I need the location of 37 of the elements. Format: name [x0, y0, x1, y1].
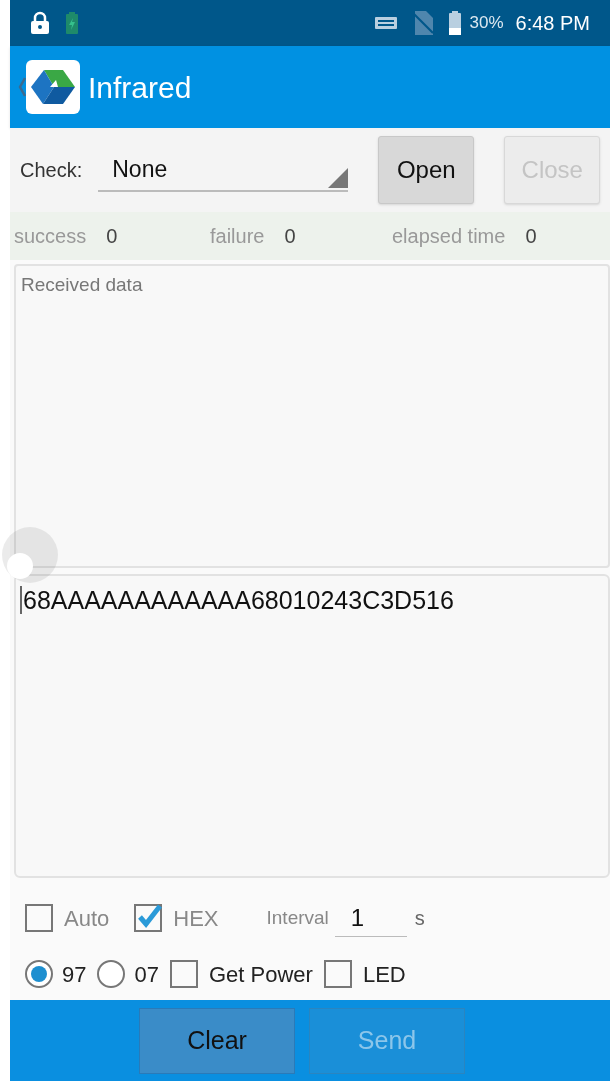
bottom-button[interactable]: Clear [139, 1008, 295, 1074]
unit-label: s [414, 906, 425, 931]
checked-checkbox[interactable] [133, 903, 164, 933]
stat-value: 0 [106, 224, 118, 249]
checkbox[interactable] [322, 959, 353, 989]
battery-percent: 30% [469, 12, 504, 35]
action-button[interactable]: Open [378, 136, 475, 204]
interval-field[interactable]: 1 [334, 899, 407, 937]
checkbox-label: Get Power [208, 960, 313, 989]
clock-time: 6:48 PM [515, 11, 590, 36]
stat-value: 0 [525, 224, 537, 249]
keyboard-icon [375, 17, 398, 29]
send-data-field[interactable]: 68AAAAAAAAAAAA68010243C3D516 [14, 574, 610, 878]
check-dropdown[interactable]: None [98, 148, 349, 192]
battery-icon [449, 11, 462, 35]
checkbox-label: HEX [173, 904, 219, 933]
stat-label: elapsed time [392, 224, 506, 249]
radio-label: 07 [134, 960, 159, 989]
interval-label: Interval [266, 905, 329, 930]
dropdown-triangle-icon [328, 168, 349, 188]
check-label: Check: [20, 158, 83, 183]
radio-button[interactable] [96, 959, 127, 989]
checkbox-label: Auto [64, 904, 110, 933]
radio-button[interactable] [24, 959, 54, 989]
lock-icon [30, 11, 50, 35]
checkbox-label: LED [362, 960, 406, 989]
stat-label: failure [210, 224, 265, 249]
checkbox[interactable] [168, 959, 199, 989]
stat-label: success [14, 224, 87, 249]
battery-charging-icon [66, 12, 78, 34]
no-sim-icon [413, 11, 434, 35]
received-data-field[interactable]: Received data [14, 264, 610, 568]
app-title: Infrared [88, 69, 192, 106]
stat-value: 0 [284, 224, 296, 249]
radio-label: 97 [62, 960, 87, 989]
app-logo-icon [26, 60, 80, 114]
checkbox[interactable] [24, 903, 54, 933]
